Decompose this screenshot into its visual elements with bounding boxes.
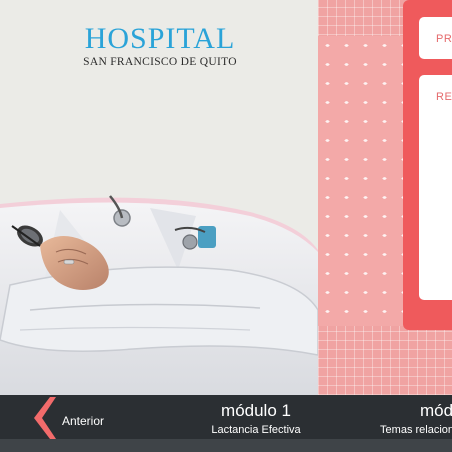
module-1-subtitle: Lactancia Efectiva <box>211 424 301 436</box>
previous-label: Anterior <box>62 414 105 428</box>
module-2-subtitle: Temas relacionados <box>380 424 452 436</box>
logo-subtitle: SAN FRANCISCO DE QUITO <box>83 56 237 68</box>
hospital-logo: HOSPITAL SAN FRANCISCO DE QUITO <box>80 22 240 69</box>
form-field-2-label: RE <box>436 91 452 103</box>
module-1-title: módulo 1 <box>221 401 291 420</box>
module-1-button[interactable]: módulo 1 Lactancia Efectiva <box>200 401 312 438</box>
previous-button[interactable]: Anterior <box>34 395 114 439</box>
logo-title: HOSPITAL <box>84 22 236 55</box>
bottom-navigation-bar: Anterior módulo 1 Lactancia Efectiva mód… <box>0 395 452 452</box>
chevron-left-icon <box>34 397 56 439</box>
form-field-2[interactable] <box>419 75 452 300</box>
module-2-button[interactable]: módulo 2 Temas relacionados <box>368 401 452 438</box>
left-panel: HOSPITAL SAN FRANCISCO DE QUITO <box>0 0 318 395</box>
bottom-strip <box>0 439 452 452</box>
form-field-1-label: PR <box>436 33 452 45</box>
doctor-illustration <box>0 190 318 395</box>
module-2-title: módulo 2 <box>420 401 452 420</box>
right-panel: PR RE <box>318 0 452 395</box>
